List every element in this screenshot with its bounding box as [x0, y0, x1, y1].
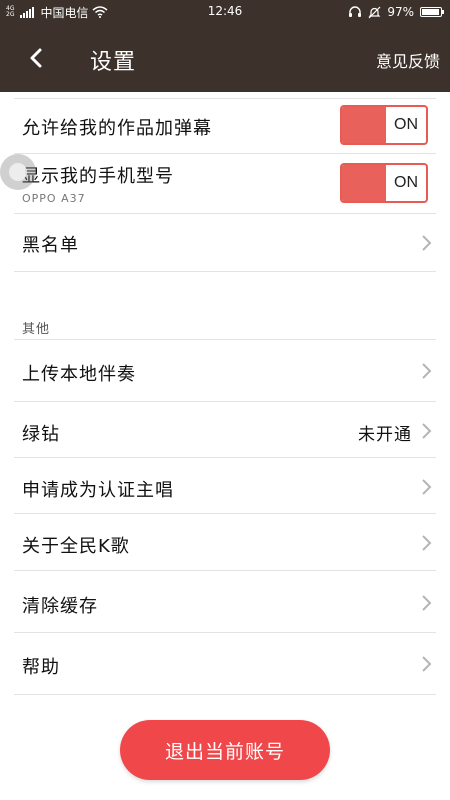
assistive-touch-button[interactable]: [0, 154, 36, 190]
setting-label: 清除缓存: [22, 596, 98, 617]
toggle-fill: [342, 107, 386, 143]
setting-label: 帮助: [22, 657, 60, 678]
setting-upload-accompaniment[interactable]: 上传本地伴奏: [14, 340, 436, 402]
toggle-state: ON: [394, 174, 418, 191]
feedback-button[interactable]: 意见反馈: [376, 48, 440, 72]
chevron-right-icon: [422, 656, 432, 672]
chevron-right-icon: [422, 535, 432, 551]
chevron-right-icon: [422, 235, 432, 251]
setting-blacklist[interactable]: 黑名单: [14, 214, 436, 272]
setting-about[interactable]: 关于全民K歌: [14, 514, 436, 571]
toggle-fill: [342, 165, 386, 201]
chevron-right-icon: [422, 423, 432, 439]
battery-percent: 97%: [387, 5, 414, 19]
toggle-state: ON: [394, 116, 418, 133]
app-bar: 设置 意见反馈: [0, 24, 450, 92]
chevron-right-icon: [422, 479, 432, 495]
assistive-touch-dot: [9, 163, 27, 181]
battery-level: [422, 9, 439, 15]
phone-model-toggle[interactable]: ON: [340, 163, 428, 203]
logout-button[interactable]: 退出当前账号: [120, 720, 330, 780]
chevron-right-icon: [422, 595, 432, 611]
chevron-right-icon: [422, 363, 432, 379]
setting-help[interactable]: 帮助: [14, 633, 436, 695]
setting-label: 显示我的手机型号: [22, 166, 174, 187]
setting-label: 上传本地伴奏: [22, 364, 136, 385]
setting-label: 关于全民K歌: [22, 536, 130, 557]
battery-icon: [420, 7, 444, 17]
setting-label: 申请成为认证主唱: [22, 480, 174, 501]
section-divider: [14, 282, 436, 340]
page-title: 设置: [90, 50, 137, 75]
setting-label: 黑名单: [22, 235, 79, 256]
status-right: 97%: [348, 0, 444, 24]
setting-allow-danmaku[interactable]: 允许给我的作品加弹幕 ON: [14, 98, 436, 154]
mute-bell-icon: [368, 6, 381, 18]
settings-list: 允许给我的作品加弹幕 ON 显示我的手机型号 OPPO A37 ON 黑名单 其…: [0, 92, 450, 800]
setting-label: 允许给我的作品加弹幕: [22, 118, 212, 139]
setting-apply-certified-singer[interactable]: 申请成为认证主唱: [14, 458, 436, 514]
setting-green-diamond[interactable]: 绿钻 未开通: [14, 402, 436, 458]
danmaku-toggle[interactable]: ON: [340, 105, 428, 145]
setting-clear-cache[interactable]: 清除缓存: [14, 571, 436, 633]
setting-show-phone-model[interactable]: 显示我的手机型号 OPPO A37 ON: [14, 154, 436, 214]
setting-label: 绿钻: [22, 424, 60, 445]
headset-icon: [349, 6, 362, 17]
chevron-left-icon: [30, 48, 42, 68]
back-button[interactable]: [16, 38, 56, 78]
green-diamond-status: 未开通: [358, 425, 412, 445]
status-bar: 4G 2G 中国电信 12:46 97%: [0, 0, 450, 24]
phone-model: OPPO A37: [22, 192, 86, 205]
